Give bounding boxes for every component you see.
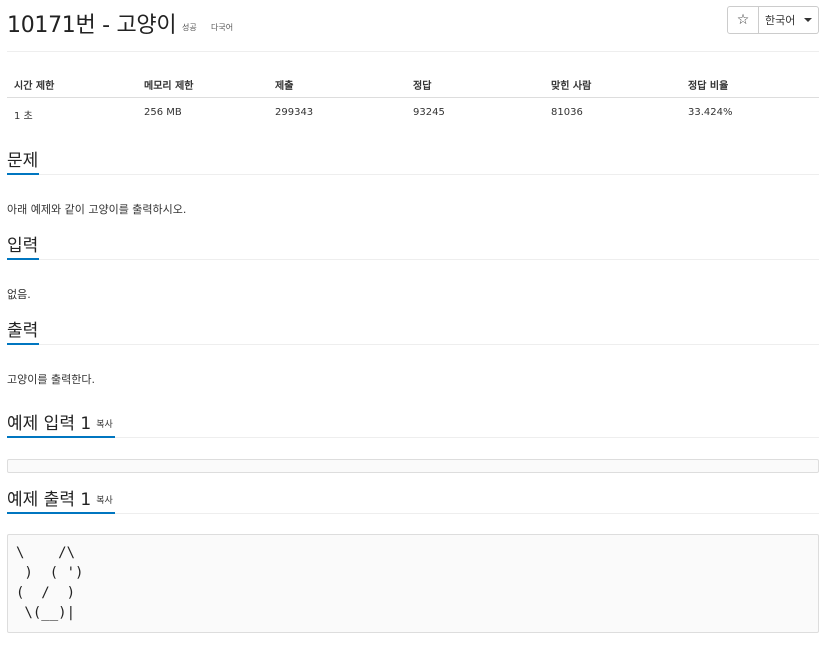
section-header: 문제 <box>7 144 819 175</box>
header-accepted: 정답 <box>413 81 432 92</box>
section-underline <box>7 343 39 345</box>
value-submissions[interactable]: 299343 <box>275 107 313 118</box>
section-header: 예제 입력 1 복사 <box>7 407 819 438</box>
sample-input-title: 예제 입력 1 <box>7 414 92 434</box>
language-dropdown[interactable]: 한국어 <box>759 6 819 34</box>
section-header: 출력 <box>7 314 819 345</box>
section-underline <box>7 173 39 175</box>
section-description: 문제 <box>7 144 819 175</box>
star-outline-icon: ☆ <box>736 12 750 28</box>
section-underline <box>7 436 115 438</box>
section-title: 예제 입력 1 복사 <box>7 409 113 434</box>
value-accepted: 93245 <box>413 107 445 118</box>
header-accept-ratio: 정답 비율 <box>688 81 729 92</box>
header-time-limit: 시간 제한 <box>14 81 55 92</box>
section-title: 출력 <box>7 321 39 341</box>
info-table-header-row: 시간 제한 메모리 제한 제출 정답 맞힌 사람 정답 비율 <box>7 69 819 98</box>
copy-sample-output-button[interactable]: 복사 <box>96 496 113 506</box>
caret-down-icon <box>804 18 812 22</box>
title-button-group: ☆ 한국어 <box>727 6 819 34</box>
page-title: 10171번 - 고양이 <box>7 13 177 38</box>
section-underline <box>7 512 115 514</box>
header-memory-limit: 메모리 제한 <box>144 81 194 92</box>
sample-output-box[interactable]: \ /\ ) ( ') ( / ) \(__)| <box>7 534 819 633</box>
section-output: 출력 <box>7 314 819 345</box>
section-sample-input: 예제 입력 1 복사 <box>7 407 819 438</box>
section-input: 입력 <box>7 229 819 260</box>
description-text: 아래 예제와 같이 고양이를 출력하시오. <box>7 203 187 216</box>
sample-output-content: \ /\ ) ( ') ( / ) \(__)| <box>16 545 84 621</box>
success-badge: 성공 <box>182 23 197 32</box>
title-row: 10171번 - 고양이 성공 다국어 ☆ 한국어 <box>7 6 819 42</box>
sample-input-box[interactable] <box>7 459 819 473</box>
section-title: 입력 <box>7 236 39 256</box>
value-time-limit: 1 초 <box>14 111 33 122</box>
header-solved-users: 맞힌 사람 <box>551 81 592 92</box>
input-text: 없음. <box>7 288 31 301</box>
info-table-row: 1 초 256 MB 299343 93245 81036 33.424% <box>7 98 819 128</box>
section-title: 예제 출력 1 복사 <box>7 485 113 510</box>
section-underline <box>7 258 39 260</box>
output-text: 고양이를 출력한다. <box>7 373 95 386</box>
language-label: 한국어 <box>765 14 796 27</box>
section-header: 입력 <box>7 229 819 260</box>
multilingual-badge[interactable]: 다국어 <box>211 22 233 33</box>
value-solved-users[interactable]: 81036 <box>551 107 583 118</box>
favorite-button[interactable]: ☆ <box>727 6 759 34</box>
section-header: 예제 출력 1 복사 <box>7 483 819 514</box>
problem-info-table: 시간 제한 메모리 제한 제출 정답 맞힌 사람 정답 비율 1 초 256 M… <box>7 69 819 128</box>
value-memory-limit: 256 MB <box>144 107 182 118</box>
sample-output-title: 예제 출력 1 <box>7 490 92 510</box>
section-sample-output: 예제 출력 1 복사 <box>7 483 819 514</box>
value-accept-ratio: 33.424% <box>688 107 733 118</box>
copy-sample-input-button[interactable]: 복사 <box>96 420 113 430</box>
title-divider <box>7 51 819 52</box>
header-submissions: 제출 <box>275 81 294 92</box>
section-title: 문제 <box>7 151 39 171</box>
